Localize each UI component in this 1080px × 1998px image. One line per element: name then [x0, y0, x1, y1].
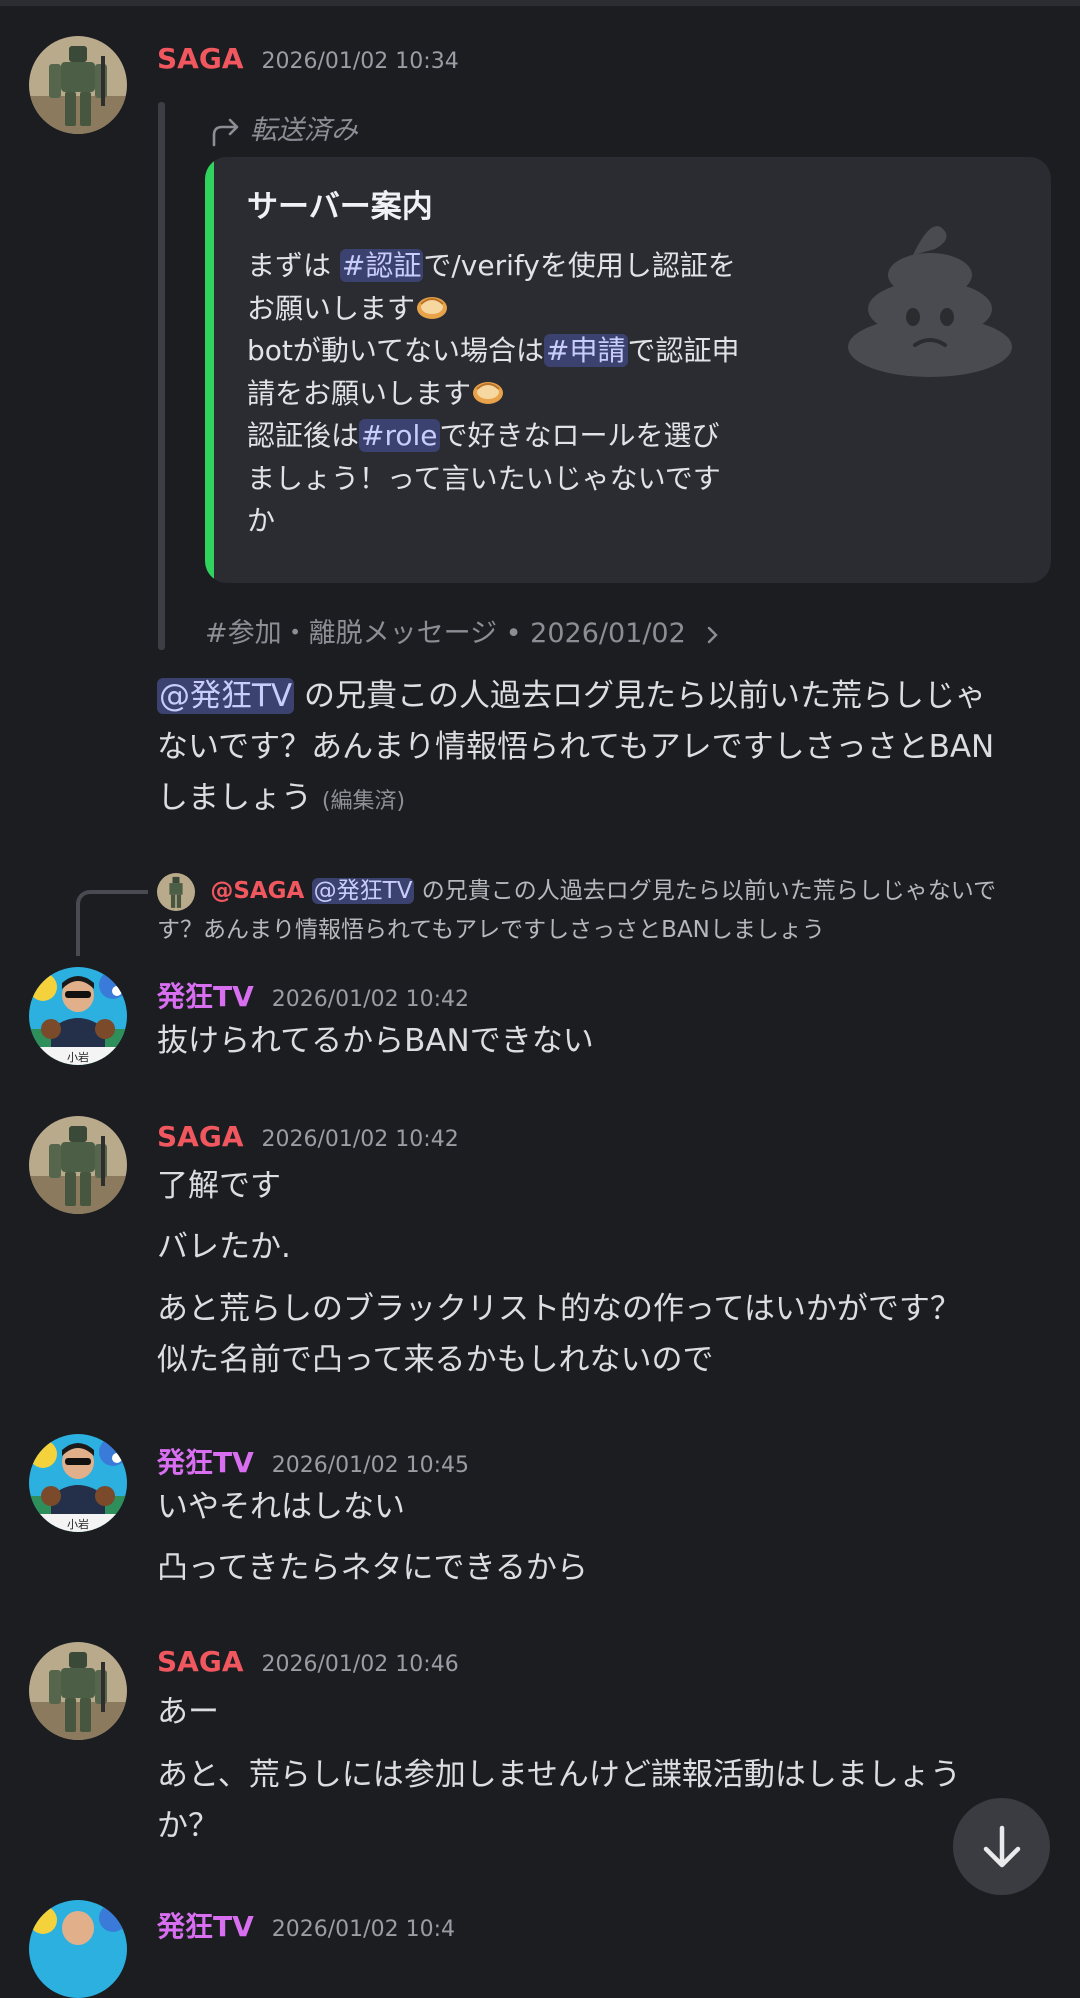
author-name[interactable]: SAGA: [157, 42, 244, 75]
message-body: あー: [157, 1694, 219, 1730]
timestamp: 2026/01/02 10:45: [271, 1453, 469, 1478]
arrow-down-icon: [983, 1825, 1021, 1868]
top-divider: [0, 0, 1080, 6]
message-body: 抜けられてるからBANできない: [157, 1023, 594, 1059]
message-body: いやそれはしない: [157, 1489, 405, 1525]
embed-line: 請をお願いします: [247, 373, 740, 416]
embed-title: サーバー案内: [247, 189, 433, 225]
avatar-saga[interactable]: [29, 1116, 127, 1214]
message-body: @発狂TV の兄貴この人過去ログ見たら以前いた荒らしじゃ ないです？あんまり情報…: [157, 678, 995, 816]
message-header: SAGA 2026/01/02 10:34: [157, 42, 459, 75]
embed-line: か: [247, 504, 276, 537]
embed-card: サーバー案内 まずは #認証で/verifyを使用し認証を お願いします bot…: [205, 157, 1051, 583]
reply-connector: [76, 890, 148, 956]
message-body: 了解です: [157, 1168, 281, 1204]
chevron-right-icon: [708, 626, 719, 643]
channel-mention[interactable]: #role: [359, 419, 440, 452]
embed-line: botが動いてない場合は#申請で認証申: [247, 334, 740, 367]
message-header: SAGA 2026/01/02 10:42: [157, 1120, 459, 1153]
forward-arrow-icon: [212, 118, 239, 146]
embed-accent-bar: [205, 157, 214, 583]
avatar-saga[interactable]: [29, 1642, 127, 1740]
timestamp: 2026/01/02 10:34: [261, 49, 459, 74]
oyster-emoji: [417, 296, 448, 319]
author-name[interactable]: 発狂TV: [157, 975, 254, 1015]
message-header: 発狂TV 2026/01/02 10:4: [157, 1905, 455, 1945]
embed-line: お願いします: [247, 288, 740, 331]
message-header: 発狂TV 2026/01/02 10:42: [157, 975, 469, 1015]
message-body: 凸ってきたらネタにできるから: [157, 1550, 588, 1586]
embed-description: まずは #認証で/verifyを使用し認証を お願いします botが動いてない場…: [247, 245, 740, 543]
forward-source-link[interactable]: #参加・離脱メッセージ • 2026/01/02: [205, 611, 724, 650]
message-header: SAGA 2026/01/02 10:46: [157, 1645, 459, 1678]
poop-icon[interactable]: [835, 197, 1025, 387]
timestamp: 2026/01/02 10:4: [271, 1917, 455, 1942]
avatar-hakkyou-tv[interactable]: 小岩: [29, 1434, 127, 1532]
reply-avatar: [157, 872, 195, 911]
embed-line: ましょう！って言いたいじゃないです: [247, 461, 721, 495]
embed-line: まずは #認証で/verifyを使用し認証を: [247, 249, 736, 282]
edited-label: (編集済): [321, 789, 406, 814]
message-body: あと、荒らしには参加しませんけど諜報活動はしましょう か？: [157, 1757, 961, 1844]
channel-mention[interactable]: #認証: [339, 249, 424, 282]
timestamp: 2026/01/02 10:42: [271, 987, 469, 1012]
reply-preview[interactable]: @SAGA @発狂TV の兄貴この人過去ログ見たら以前いた荒らしじゃないで す？…: [157, 872, 996, 949]
user-mention[interactable]: @発狂TV: [157, 678, 295, 714]
oyster-emoji: [473, 381, 504, 404]
author-name[interactable]: SAGA: [157, 1120, 244, 1153]
avatar-hakkyou-tv[interactable]: 小岩: [29, 967, 127, 1065]
avatar-hakkyou-tv[interactable]: [29, 1900, 127, 1998]
channel-mention[interactable]: #申請: [544, 334, 628, 367]
timestamp: 2026/01/02 10:46: [261, 1652, 459, 1677]
user-mention[interactable]: @発狂TV: [311, 878, 415, 904]
avatar-saga[interactable]: [29, 36, 127, 134]
author-name[interactable]: SAGA: [157, 1645, 244, 1678]
svg-text:小岩: 小岩: [67, 1517, 89, 1531]
message-body: バレたか.: [157, 1229, 291, 1265]
author-name[interactable]: 発狂TV: [157, 1441, 254, 1481]
author-name[interactable]: 発狂TV: [157, 1905, 254, 1945]
svg-text:小岩: 小岩: [67, 1050, 89, 1064]
embed-line: 認証後は#roleで好きなロールを選び: [247, 419, 720, 452]
timestamp: 2026/01/02 10:42: [261, 1127, 459, 1152]
message-body: あと荒らしのブラックリスト的なの作ってはいかがです？ 似た名前で凸って来るかもし…: [157, 1291, 961, 1378]
message-header: 発狂TV 2026/01/02 10:45: [157, 1441, 469, 1481]
reply-author[interactable]: @SAGA: [210, 878, 304, 904]
jump-to-latest-button[interactable]: [953, 1798, 1050, 1895]
forwarded-label: 転送済み: [210, 108, 358, 147]
forward-bar: [158, 102, 165, 650]
